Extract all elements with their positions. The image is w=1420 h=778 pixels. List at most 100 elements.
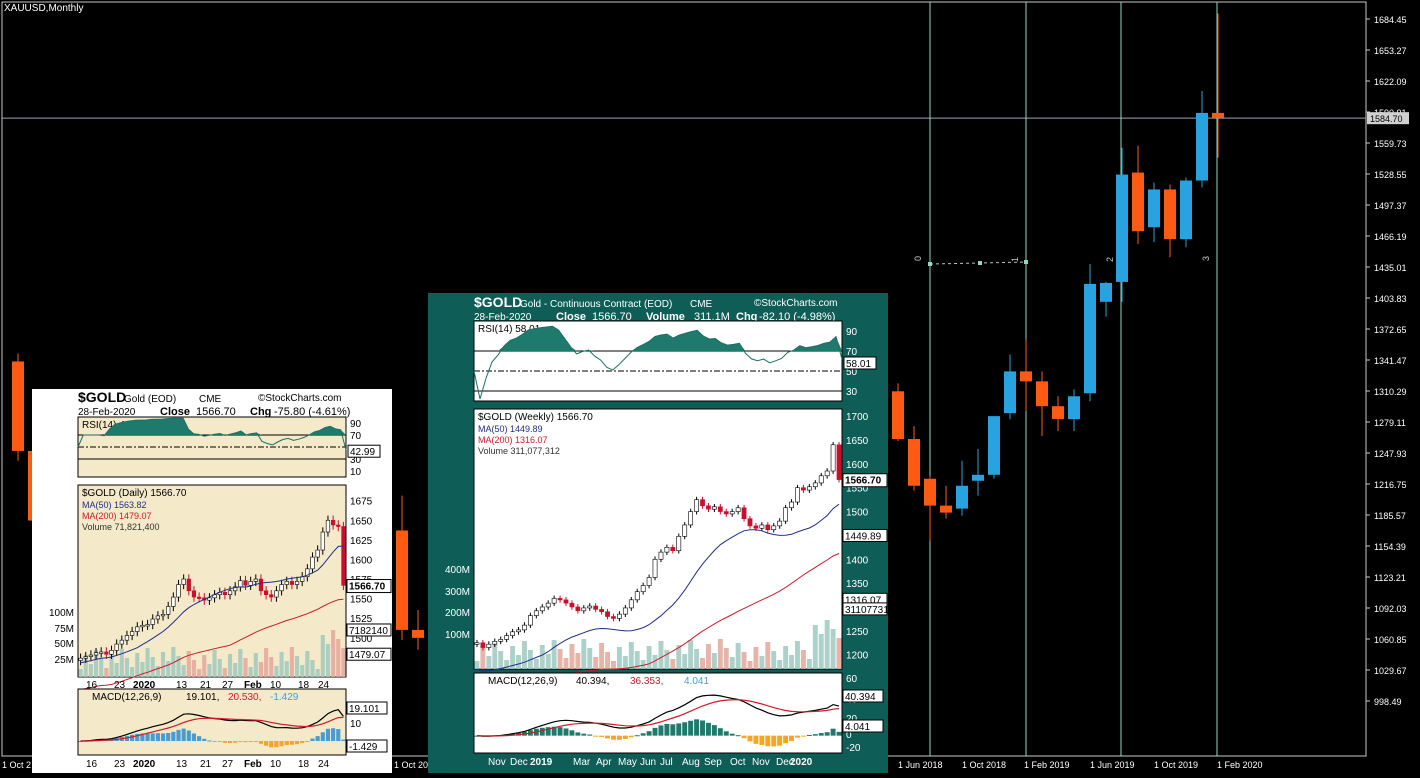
price-label: 1123.21 [1374, 573, 1406, 583]
volume-tick: 200M [445, 608, 470, 619]
price-candle-body [700, 499, 705, 507]
macd-histogram-bar [248, 741, 253, 743]
wave-point-marker [978, 261, 982, 265]
price-pane-label: $GOLD (Weekly) 1566.70 [478, 412, 593, 423]
volume-bar [233, 663, 238, 677]
rsi-tick: 70 [350, 431, 362, 442]
volume-bar [539, 645, 545, 669]
volume-bar [248, 667, 253, 677]
price-label: 998.49 [1374, 697, 1402, 707]
close-label: Close [160, 406, 190, 418]
macd-histogram-bar [300, 741, 305, 744]
rsi-tick: 70 [846, 347, 858, 358]
price-candle-body [498, 639, 504, 642]
price-label: 1029.67 [1374, 666, 1407, 676]
macd-histogram-bar [717, 728, 723, 736]
volume-bar [800, 650, 806, 669]
price-candle-body [830, 444, 836, 472]
price-label: 1279.11 [1374, 418, 1406, 428]
price-candle-body [605, 611, 610, 617]
volume-tick: 400M [445, 565, 470, 576]
price-candle-body [315, 549, 320, 558]
macd-histogram-bar [557, 727, 563, 736]
price-label: 1372.65 [1374, 325, 1407, 335]
price-candle-body [729, 511, 735, 515]
price-candle-body [320, 531, 325, 551]
volume-bar [310, 660, 315, 677]
macd-histogram-bar [830, 728, 836, 736]
price-candle-body [723, 511, 729, 515]
price-label: 1185.57 [1374, 511, 1406, 521]
macd-histogram-bar [599, 735, 605, 737]
candle-body [924, 478, 936, 506]
rsi-tick: 10 [350, 467, 362, 478]
price-candle-body [171, 596, 176, 607]
price-label: 1559.73 [1374, 139, 1407, 149]
price-candle-body [628, 599, 634, 609]
macd-histogram-bar [166, 732, 171, 742]
macd-histogram-bar [155, 733, 160, 742]
price-label: 1435.01 [1374, 263, 1407, 273]
volume-bar [789, 655, 795, 669]
macd-histogram-bar [160, 733, 166, 742]
price-candle-body [88, 654, 93, 657]
price-candle-body [771, 525, 777, 530]
volume-bar [181, 665, 186, 677]
macd-tick: 10 [350, 719, 362, 730]
price-candle-body [269, 594, 274, 598]
macd-x-axis-label: 27 [222, 759, 234, 770]
volume-tick: 100M [445, 630, 470, 641]
volume-bar [269, 657, 274, 677]
price-tick: 1625 [350, 536, 373, 547]
candle-body [1132, 172, 1144, 232]
price-candle-body [176, 584, 181, 598]
macd-x-axis-label: Feb [244, 759, 262, 770]
macd-histogram-bar [264, 741, 269, 746]
candle-body [1068, 396, 1080, 420]
price-candle-body [191, 590, 197, 598]
macd-histogram-bar [336, 729, 341, 742]
candle-body [940, 505, 952, 513]
macd-histogram-bar [765, 735, 771, 747]
candle-body [956, 485, 968, 509]
daily-chart-svg: $GOLDGold (EOD) CME ©StockCharts.com 28-Feb… [49, 389, 392, 770]
price-candle-body [258, 578, 264, 592]
price-candle-body [801, 487, 806, 491]
macd-x-axis-label: Jun [640, 757, 656, 768]
macd-x-axis-label: 2019 [530, 757, 553, 768]
macd-histogram-bar [212, 741, 217, 743]
macd-histogram-bar [628, 735, 634, 738]
volume-bar [197, 669, 202, 677]
volume-bar [279, 652, 284, 677]
price-label: 1622.09 [1374, 77, 1407, 87]
candle-body [1084, 283, 1096, 394]
price-candle-body [238, 580, 243, 588]
price-candle-body [243, 580, 248, 586]
macd-x-axis-label: 2020 [790, 757, 813, 768]
price-candle-body [688, 511, 694, 526]
macd-x-axis-label: Mar [573, 757, 591, 768]
macd-histogram-bar [581, 733, 587, 736]
price-candle-body [160, 614, 166, 617]
volume-bar [836, 638, 842, 669]
price-candle-body [652, 558, 658, 578]
price-candle-body [670, 547, 676, 551]
weekly-chart-svg: $GOLDGold - Continuous Contract (EOD) CME… [445, 294, 895, 768]
volume-bar [569, 644, 575, 669]
price-candle-body [516, 629, 521, 633]
macd-histogram-bar [207, 740, 212, 742]
macd-tick: 60 [846, 674, 858, 685]
price-label: 1154.39 [1374, 542, 1406, 552]
price-tick: 1700 [846, 412, 869, 423]
volume-tag-text: 7182140 [349, 626, 388, 637]
price-label: 1341.47 [1374, 356, 1407, 366]
wave-point-marker [928, 262, 932, 266]
wave-label: 0 [913, 256, 923, 261]
price-candle-body [284, 581, 289, 585]
rsi-value-text: 58.01 [846, 359, 871, 370]
macd-histogram-bar [181, 728, 186, 742]
header-date: 28-Feb-2020 [78, 407, 136, 418]
price-candle-body [599, 609, 604, 613]
volume-bar [521, 641, 527, 669]
macd-histogram-bar [694, 719, 700, 736]
